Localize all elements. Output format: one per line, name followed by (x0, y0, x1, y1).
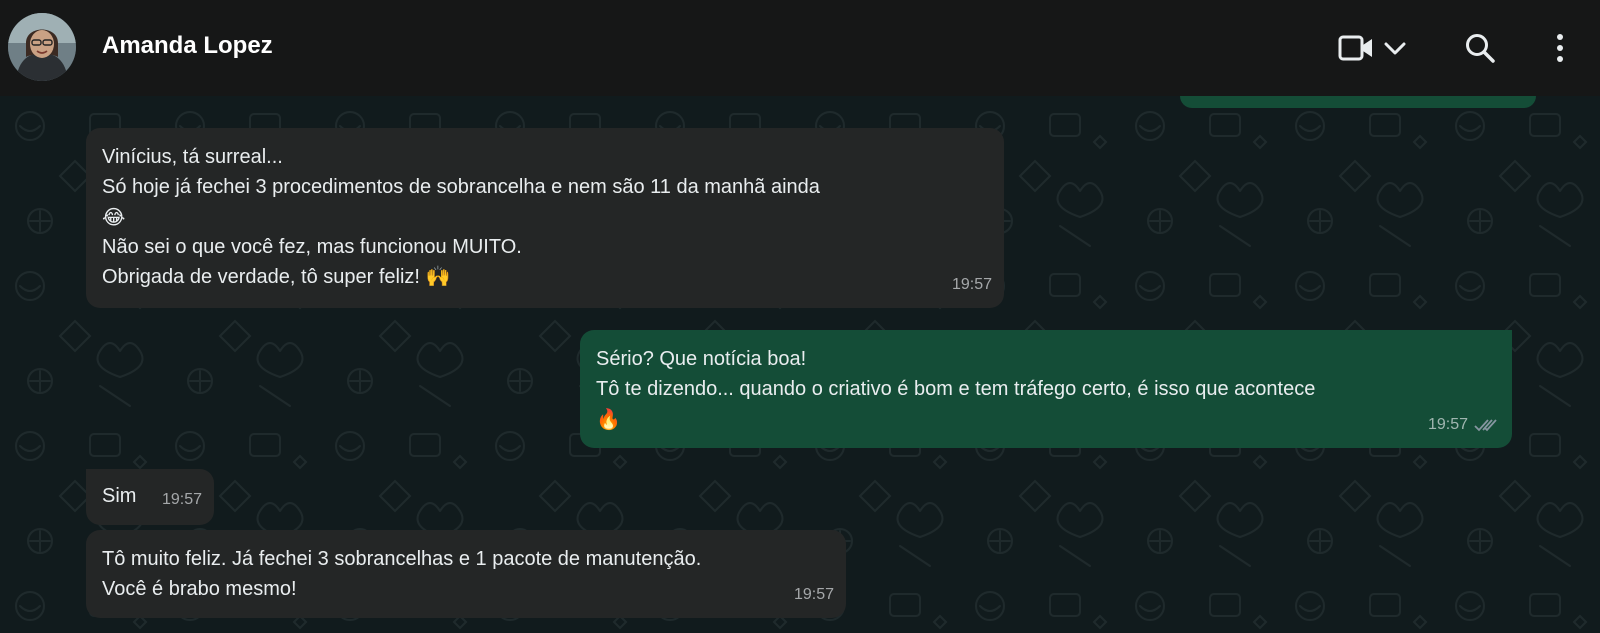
double-check-icon (1474, 419, 1497, 432)
video-camera-icon (1338, 35, 1372, 61)
message-text-line: Você é brabo mesmo! (102, 578, 297, 600)
menu-button[interactable] (1555, 28, 1565, 68)
search-button[interactable] (1464, 28, 1496, 68)
message-text-line: Vinícius, tá surreal... (102, 146, 283, 168)
video-call-button[interactable] (1338, 28, 1408, 68)
incoming-message[interactable]: Tô muito feliz. Já fechei 3 sobrancelhas… (86, 530, 846, 618)
message-timestamp: 19:57 (793, 586, 834, 603)
avatar-photo (8, 13, 76, 81)
message-text-line: Tô te dizendo... quando o criativo é bom… (596, 378, 1316, 400)
contact-avatar[interactable] (8, 13, 76, 81)
chevron-down-icon (1384, 42, 1406, 55)
message-text-line: 😂 (102, 205, 126, 229)
kebab-menu-icon (1557, 34, 1563, 62)
previous-outgoing-bubble-edge (1180, 96, 1536, 108)
message-text-line: 🔥 (596, 407, 621, 431)
search-icon (1466, 34, 1495, 63)
message-text-line: Só hoje já fechei 3 procedimentos de sob… (102, 176, 820, 198)
contact-name[interactable]: Amanda Lopez (102, 32, 273, 60)
message-timestamp: 19:57 (161, 491, 202, 508)
message-timestamp: 19:57 (1428, 410, 1500, 440)
outgoing-message[interactable]: Sério? Que notícia boa! Tô te dizendo...… (580, 330, 1512, 448)
incoming-message[interactable]: Sim 19:57 (86, 469, 214, 525)
message-text-line: Tô muito feliz. Já fechei 3 sobrancelhas… (102, 548, 702, 570)
message-text-line: Obrigada de verdade, tô super feliz! 🙌 (102, 266, 451, 288)
message-text-line: Não sei o que você fez, mas funcionou MU… (102, 236, 522, 258)
message-text-line: Sério? Que notícia boa! (596, 348, 807, 370)
message-timestamp: 19:57 (951, 276, 992, 293)
chat-area[interactable]: Vinícius, tá surreal... Só hoje já feche… (0, 96, 1600, 633)
chat-header: Amanda Lopez (0, 0, 1600, 96)
incoming-message[interactable]: Vinícius, tá surreal... Só hoje já feche… (86, 128, 1004, 308)
